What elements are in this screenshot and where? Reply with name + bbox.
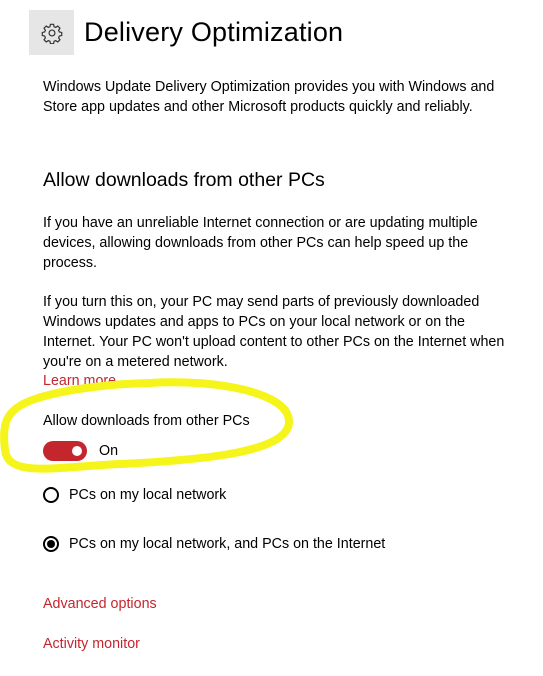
toggle-label: Allow downloads from other PCs — [43, 413, 250, 429]
advanced-options-link[interactable]: Advanced options — [43, 596, 157, 612]
toggle-knob — [72, 446, 82, 456]
highlight-annotation — [0, 378, 294, 473]
radio-local-network[interactable]: PCs on my local network — [43, 487, 226, 503]
toggle-state-text: On — [99, 443, 119, 459]
section-description-1: If you have an unreliable Internet conne… — [43, 215, 478, 271]
gear-icon — [29, 10, 74, 55]
allow-downloads-toggle[interactable] — [43, 441, 87, 461]
allow-downloads-toggle-row: On — [43, 441, 118, 461]
delivery-optimization-page: Delivery Optimization Windows Update Del… — [0, 0, 543, 676]
section-heading: Allow downloads from other PCs — [43, 169, 325, 191]
activity-monitor-link[interactable]: Activity monitor — [43, 636, 140, 652]
radio-label: PCs on my local network — [69, 487, 227, 503]
intro-text: Windows Update Delivery Optimization pro… — [43, 79, 495, 115]
radio-local-and-internet[interactable]: PCs on my local network, and PCs on the … — [43, 536, 385, 552]
radio-label: PCs on my local network, and PCs on the … — [69, 536, 386, 552]
radio-selected-dot — [47, 540, 55, 548]
section-description-2: If you turn this on, your PC may send pa… — [43, 294, 505, 370]
radio-button[interactable] — [43, 487, 59, 503]
page-title: Delivery Optimization — [84, 17, 344, 47]
learn-more-link[interactable]: Learn more — [43, 373, 116, 389]
page-header: Delivery Optimization — [29, 10, 343, 55]
radio-button-selected[interactable] — [43, 536, 59, 552]
